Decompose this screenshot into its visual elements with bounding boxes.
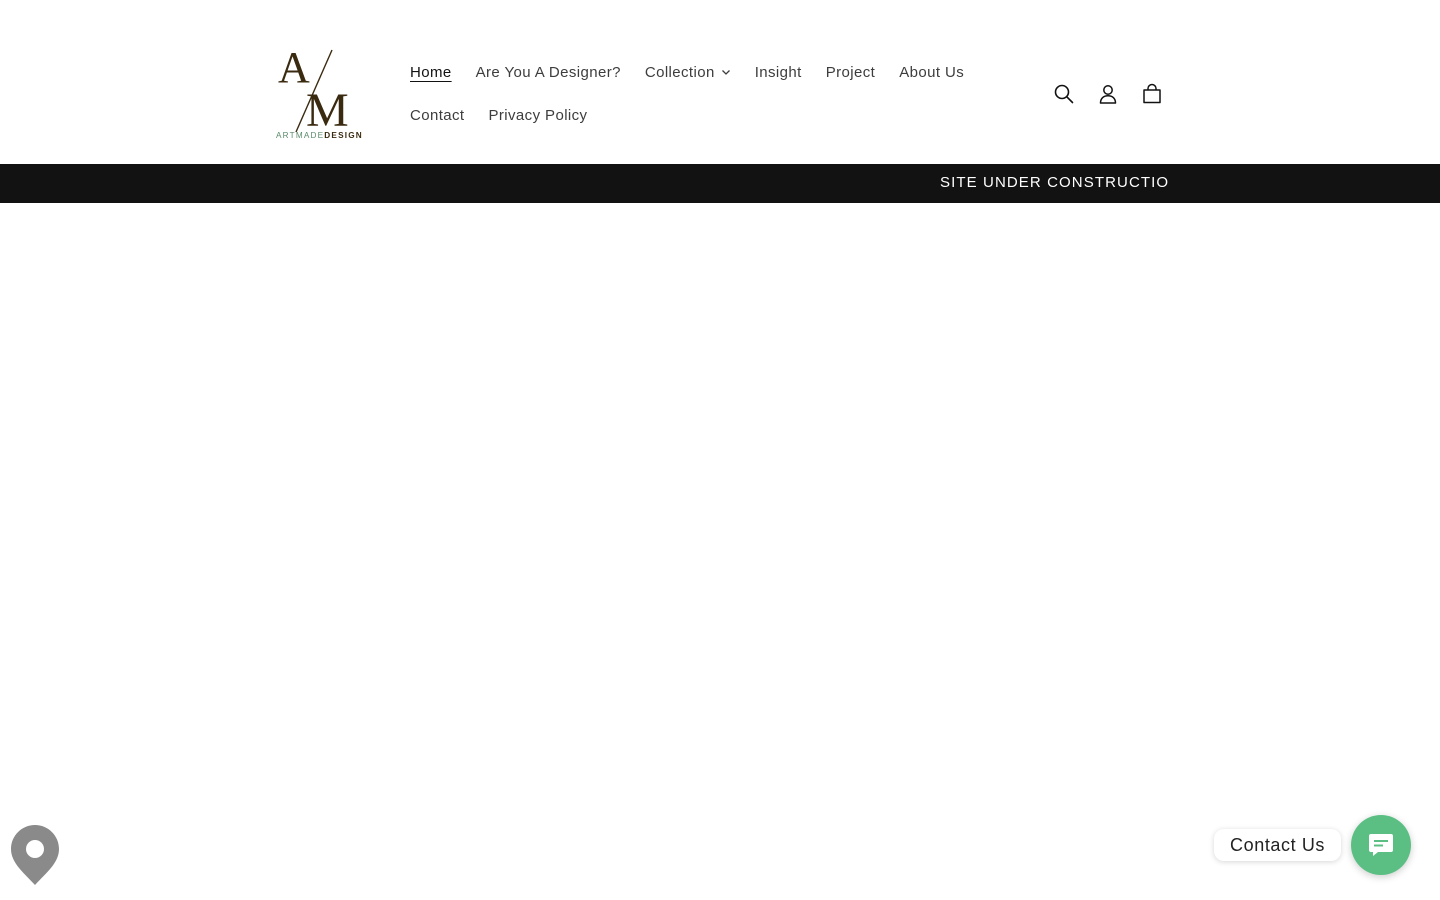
cart-button[interactable] <box>1130 72 1174 116</box>
nav-item-are-you-a-designer[interactable]: Are You A Designer? <box>464 57 633 87</box>
search-icon <box>1054 84 1074 104</box>
nav-item-label: Home <box>410 63 452 81</box>
nav-item-home[interactable]: Home <box>398 57 464 87</box>
nav-item-label: Are You A Designer? <box>475 63 621 81</box>
logo-monogram-m: M <box>306 84 349 137</box>
contact-us-label[interactable]: Contact Us <box>1214 829 1342 861</box>
logo-wordmark-artmade: ARTMADE <box>276 131 324 140</box>
nav-item-label: Insight <box>754 63 802 81</box>
nav-item-label: Project <box>825 63 876 81</box>
contact-us-button[interactable] <box>1351 815 1411 875</box>
header-icons <box>1042 72 1174 116</box>
nav-item-label: About Us <box>899 63 965 81</box>
site-logo[interactable]: A M ARTMADEDESIGN <box>272 40 372 144</box>
nav-item-project[interactable]: Project <box>814 57 888 87</box>
store-locator-button[interactable] <box>9 823 61 887</box>
nav-item-label: Contact <box>410 106 465 124</box>
nav-row-primary: Home Are You A Designer? Collection Insi… <box>398 57 976 87</box>
svg-text:ARTMADEDESIGN: ARTMADEDESIGN <box>276 131 363 140</box>
nav-row-secondary: Contact Privacy Policy <box>398 100 599 130</box>
cart-icon <box>1143 83 1161 104</box>
nav-item-insight[interactable]: Insight <box>743 57 814 87</box>
nav-item-collection[interactable]: Collection <box>633 57 743 87</box>
nav-item-privacy-policy[interactable]: Privacy Policy <box>477 100 600 130</box>
nav-item-contact[interactable]: Contact <box>398 100 477 130</box>
nav-item-about-us[interactable]: About Us <box>887 57 976 87</box>
announcement-bar: SITE UNDER CONSTRUCTION <box>0 164 1440 203</box>
artmade-logo-icon: A M ARTMADEDESIGN <box>276 43 363 140</box>
chevron-down-icon <box>721 70 730 75</box>
announcement-marquee: SITE UNDER CONSTRUCTION <box>940 164 1170 203</box>
account-icon <box>1099 85 1117 104</box>
site-header: A M ARTMADEDESIGN Home Are You A Designe… <box>0 0 1440 164</box>
search-button[interactable] <box>1042 72 1086 116</box>
nav-item-label: Privacy Policy <box>488 106 588 124</box>
map-pin-icon <box>11 825 59 885</box>
chat-icon <box>1369 834 1393 856</box>
account-button[interactable] <box>1086 72 1130 116</box>
announcement-text: SITE UNDER CONSTRUCTION <box>940 174 1170 191</box>
nav-item-label: Collection <box>644 63 715 81</box>
logo-wordmark-design: DESIGN <box>324 131 363 140</box>
